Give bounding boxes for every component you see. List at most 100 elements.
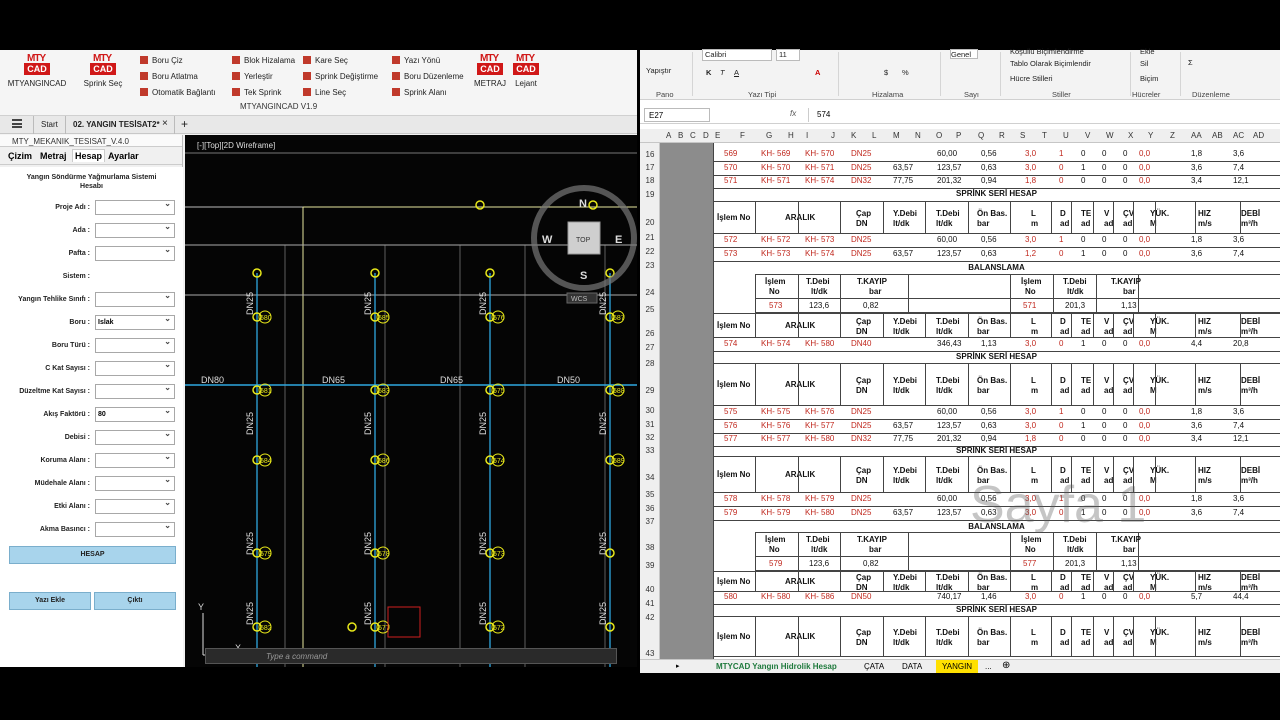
tek-sprink-button[interactable]: Tek Sprink <box>232 88 281 97</box>
field-select[interactable] <box>95 245 175 261</box>
column-header[interactable]: O <box>936 131 942 140</box>
kare-sec-button[interactable]: Kare Seç <box>303 56 348 65</box>
field-select[interactable] <box>95 521 175 537</box>
column-header[interactable]: Y <box>1148 131 1153 140</box>
mtyangincad-button[interactable]: MTY CAD MTYANGINCAD <box>6 53 68 88</box>
sprink-sec-button[interactable]: MTY CAD Sprink Seç <box>78 53 128 88</box>
column-header[interactable]: X <box>1128 131 1133 140</box>
sheet-tab-more[interactable]: ... <box>985 662 992 671</box>
tab-ayarlar[interactable]: Ayarlar <box>108 151 139 161</box>
sheet-tab-cata[interactable]: ÇATA <box>864 662 884 671</box>
blok-hizalama-button[interactable]: Blok Hizalama <box>232 56 295 65</box>
italic-button[interactable]: T <box>720 68 725 77</box>
row-header[interactable]: 26 <box>640 329 660 338</box>
row-header[interactable]: 43 <box>640 649 660 658</box>
yerlestir-button[interactable]: Yerleştir <box>232 72 273 81</box>
column-header[interactable]: F <box>740 131 745 140</box>
formula-input[interactable]: 574 <box>808 108 1274 122</box>
menu-icon[interactable] <box>12 119 22 128</box>
format-as-table-button[interactable]: Tablo Olarak Biçimlendir <box>1010 59 1091 68</box>
font-color-button[interactable]: A <box>815 68 820 77</box>
column-header[interactable]: AA <box>1191 131 1202 140</box>
lejant-button[interactable]: MTY CAD Lejant <box>510 53 542 88</box>
field-select[interactable] <box>95 429 175 445</box>
row-header[interactable]: 18 <box>640 176 660 185</box>
metraj-button[interactable]: MTY CAD METRAJ <box>472 53 508 88</box>
column-header[interactable]: J <box>831 131 835 140</box>
row-header[interactable]: 32 <box>640 433 660 442</box>
column-header[interactable]: R <box>999 131 1005 140</box>
row-header[interactable]: 31 <box>640 420 660 429</box>
row-header[interactable]: 35 <box>640 490 660 499</box>
column-header[interactable]: B <box>678 131 683 140</box>
row-header[interactable]: 41 <box>640 599 660 608</box>
bold-button[interactable]: K <box>706 68 711 77</box>
field-select[interactable] <box>95 199 175 215</box>
sum-icon[interactable]: Σ <box>1188 58 1193 67</box>
column-header[interactable]: AB <box>1212 131 1223 140</box>
column-header[interactable]: W <box>1106 131 1114 140</box>
column-header[interactable]: C <box>690 131 696 140</box>
scroll-right-icon[interactable]: ▸ <box>676 662 680 670</box>
close-tab-icon[interactable]: × <box>162 118 168 129</box>
row-header[interactable]: 23 <box>640 261 660 270</box>
sheet-tab-yangin[interactable]: YANGIN <box>936 660 979 673</box>
command-line[interactable]: Type a command <box>205 648 617 664</box>
column-header[interactable]: U <box>1063 131 1069 140</box>
font-name-select[interactable]: Calibri <box>702 49 772 61</box>
field-select[interactable] <box>95 475 175 491</box>
field-select[interactable]: Islak <box>95 314 175 330</box>
fx-icon[interactable]: fx <box>790 109 796 118</box>
column-header[interactable]: A <box>666 131 671 140</box>
sheet-tab-data[interactable]: DATA <box>902 662 922 671</box>
format-cells-button[interactable]: Biçim <box>1140 74 1158 83</box>
column-header[interactable]: M <box>893 131 900 140</box>
add-tab-icon[interactable]: + <box>181 117 188 131</box>
sprink-degistirme-button[interactable]: Sprink Değiştirme <box>303 72 378 81</box>
conditional-format-button[interactable]: Koşullu Biçimlendirme <box>1010 47 1084 56</box>
yazi-ekle-button[interactable]: Yazı Ekle <box>9 592 91 610</box>
field-select[interactable] <box>95 498 175 514</box>
row-header[interactable]: 27 <box>640 343 660 352</box>
row-header[interactable]: 22 <box>640 247 660 256</box>
row-header[interactable]: 24 <box>640 288 660 297</box>
column-header[interactable]: G <box>766 131 772 140</box>
underline-button[interactable]: A <box>734 68 739 77</box>
sheet-tab-hidrolik[interactable]: MTYCAD Yangın Hidrolik Hesap <box>716 662 837 671</box>
column-header[interactable]: T <box>1042 131 1047 140</box>
column-header[interactable]: E <box>715 131 720 140</box>
viewport-label[interactable]: [-][Top][2D Wireframe] <box>197 141 275 150</box>
percent-icon[interactable]: % <box>902 68 909 77</box>
boru-duzenleme-button[interactable]: Boru Düzenleme <box>392 72 464 81</box>
row-header[interactable]: 30 <box>640 406 660 415</box>
column-header[interactable]: AC <box>1233 131 1244 140</box>
row-header[interactable]: 39 <box>640 561 660 570</box>
tab-start[interactable]: Start <box>41 120 58 129</box>
otomatik-baglanti-button[interactable]: Otomatik Bağlantı <box>140 88 216 97</box>
column-header[interactable]: Q <box>978 131 984 140</box>
paste-button[interactable]: Yapıştır <box>646 66 671 75</box>
column-header[interactable]: Z <box>1170 131 1175 140</box>
row-header[interactable]: 25 <box>640 305 660 314</box>
tab-metraj[interactable]: Metraj <box>40 151 67 161</box>
row-header[interactable]: 40 <box>640 585 660 594</box>
row-header[interactable]: 29 <box>640 386 660 395</box>
yazi-yonu-button[interactable]: Yazı Yönü <box>392 56 440 65</box>
cikti-button[interactable]: Çıktı <box>94 592 176 610</box>
add-sheet-icon[interactable]: ⊕ <box>1002 660 1010 671</box>
line-sec-button[interactable]: Line Seç <box>303 88 346 97</box>
row-header[interactable]: 36 <box>640 504 660 513</box>
field-select[interactable]: 80 <box>95 406 175 422</box>
worksheet[interactable]: 569 KH- 569 KH- 570 DN25 60,00 0,56 3,0 1 0 0 0 0,0… <box>713 143 1280 660</box>
cad-drawing-area[interactable]: DN80 DN65 DN65 DN50 DN25 DN25 DN25 DN25 DN25 DN25… <box>185 135 637 667</box>
field-select[interactable] <box>95 291 175 307</box>
font-size-select[interactable]: 11 <box>776 49 800 61</box>
row-header[interactable]: 42 <box>640 613 660 622</box>
boru-atlatma-button[interactable]: Boru Atlatma <box>140 72 198 81</box>
field-select[interactable] <box>95 383 175 399</box>
currency-icon[interactable]: $ <box>884 68 888 77</box>
delete-cells-button[interactable]: Sil <box>1140 59 1148 68</box>
row-header[interactable]: 16 <box>640 150 660 159</box>
column-header[interactable]: S <box>1020 131 1025 140</box>
row-header[interactable]: 38 <box>640 543 660 552</box>
